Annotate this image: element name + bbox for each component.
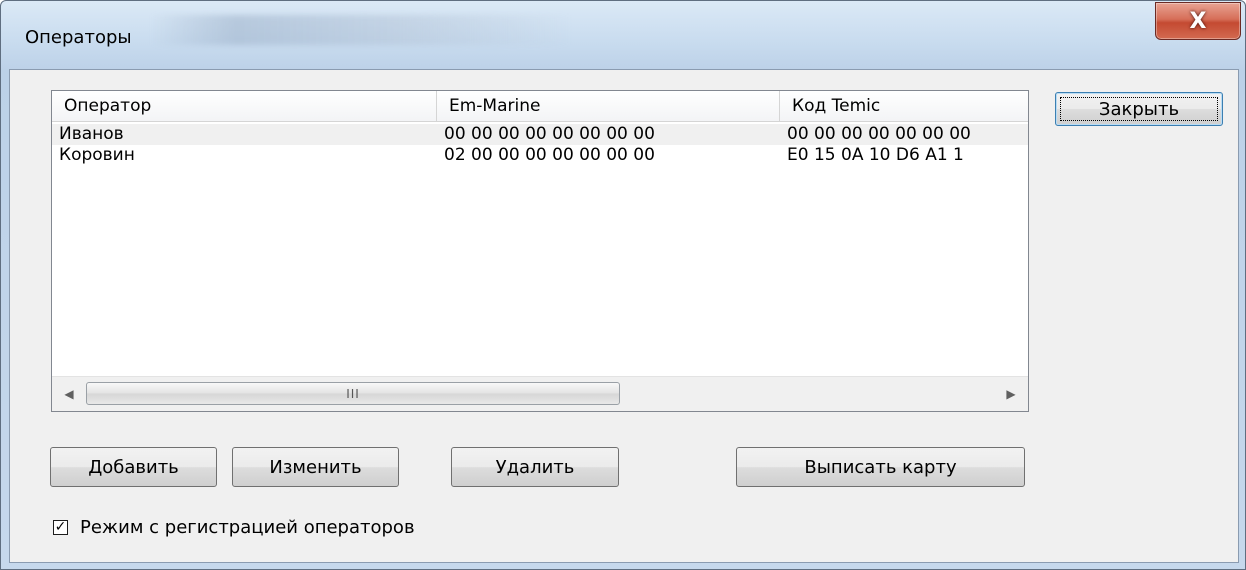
operators-list[interactable]: Оператор Em-Marine Код Temic Иванов 00 0… [51,90,1029,412]
grip-icon: III [346,386,360,401]
column-header-temic[interactable]: Код Temic [780,91,1028,121]
row-em-marine-code: 02 00 00 00 00 00 00 00 [444,145,655,165]
horizontal-scrollbar[interactable]: ◀ III ▶ [52,376,1028,411]
issue-card-button[interactable]: Выписать карту [736,447,1025,487]
list-row[interactable]: Иванов 00 00 00 00 00 00 00 00 00 00 00 … [52,124,1028,145]
operators-dialog: Операторы X Оператор Em-Marine Код Temic… [0,0,1246,570]
row-operator-name: Коровин [59,145,135,165]
registration-mode-option[interactable]: ✓ Режим с регистрацией операторов [53,515,415,539]
focus-rectangle [1060,97,1218,121]
close-button[interactable]: Закрыть [1055,92,1223,126]
window-title: Операторы [25,27,132,48]
checkmark-icon: ✓ [54,519,67,535]
scroll-left-icon[interactable]: ◀ [52,377,86,411]
column-header-operator[interactable]: Оператор [52,91,437,121]
scrollbar-thumb[interactable]: III [86,382,620,405]
row-operator-name: Иванов [59,124,124,144]
window-close-button[interactable]: X [1155,2,1241,40]
title-bar[interactable]: Операторы X [1,1,1245,69]
registration-mode-label[interactable]: Режим с регистрацией операторов [80,517,415,538]
registration-mode-checkbox[interactable]: ✓ [53,519,68,535]
blurred-background [151,15,571,45]
column-header-em-marine[interactable]: Em-Marine [437,91,780,121]
edit-button[interactable]: Изменить [232,447,399,487]
row-em-marine-code: 00 00 00 00 00 00 00 00 [444,124,655,144]
add-button[interactable]: Добавить [50,447,217,487]
scroll-right-icon[interactable]: ▶ [994,377,1028,411]
list-header: Оператор Em-Marine Код Temic [52,91,1028,122]
delete-button[interactable]: Удалить [451,447,619,487]
row-temic-code: 00 00 00 00 00 00 00 [787,124,971,144]
close-icon: X [1189,8,1207,34]
row-temic-code: E0 15 0A 10 D6 A1 1 [787,145,964,165]
dialog-body: Оператор Em-Marine Код Temic Иванов 00 0… [9,69,1239,563]
list-row[interactable]: Коровин 02 00 00 00 00 00 00 00 E0 15 0A… [52,145,1028,166]
